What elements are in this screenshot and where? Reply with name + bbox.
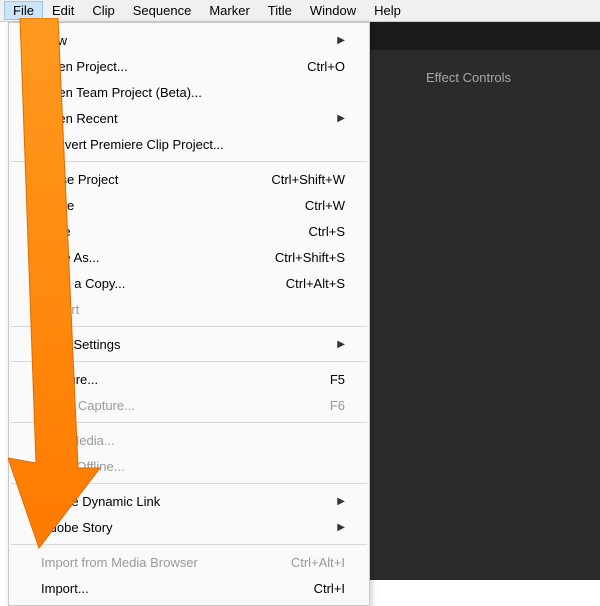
menu-item-shortcut: Ctrl+I: [314, 581, 345, 596]
menubar: File Edit Clip Sequence Marker Title Win…: [0, 0, 600, 22]
menubar-item-marker[interactable]: Marker: [200, 1, 258, 20]
menu-item-link-media: Link Media...: [9, 427, 369, 453]
menu-separator: [11, 361, 367, 362]
menu-item-label: Adobe Dynamic Link: [41, 494, 160, 509]
menu-separator: [11, 483, 367, 484]
menu-item-new[interactable]: New ▶: [9, 27, 369, 53]
menu-item-shortcut: Ctrl+Alt+S: [286, 276, 345, 291]
menu-item-label: Close Project: [41, 172, 118, 187]
menu-item-batch-capture: Batch Capture... F6: [9, 392, 369, 418]
menu-item-close[interactable]: Close Ctrl+W: [9, 192, 369, 218]
menu-item-label: Capture...: [41, 372, 98, 387]
menu-item-shortcut: Ctrl+Alt+I: [291, 555, 345, 570]
menu-item-label: Link Media...: [41, 433, 115, 448]
menu-item-label: Convert Premiere Clip Project...: [41, 137, 224, 152]
chevron-right-icon: ▶: [337, 113, 345, 124]
menu-item-shortcut: Ctrl+O: [307, 59, 345, 74]
menu-separator: [11, 422, 367, 423]
menu-item-open-recent[interactable]: Open Recent ▶: [9, 105, 369, 131]
menu-item-shortcut: Ctrl+S: [309, 224, 345, 239]
menu-item-label: Open Project...: [41, 59, 128, 74]
menubar-item-help[interactable]: Help: [365, 1, 410, 20]
menu-item-label: Close: [41, 198, 74, 213]
menu-item-label: Sync Settings: [41, 337, 121, 352]
menubar-item-title[interactable]: Title: [259, 1, 301, 20]
menu-item-label: Save As...: [41, 250, 100, 265]
menu-item-save-as[interactable]: Save As... Ctrl+Shift+S: [9, 244, 369, 270]
menu-item-shortcut: Ctrl+W: [305, 198, 345, 213]
menu-item-shortcut: F6: [330, 398, 345, 413]
menu-item-label: Make Offline...: [41, 459, 125, 474]
menu-item-adobe-dynamic-link[interactable]: Adobe Dynamic Link ▶: [9, 488, 369, 514]
menubar-item-window[interactable]: Window: [301, 1, 365, 20]
menu-item-import[interactable]: Import... Ctrl+I: [9, 575, 369, 601]
menu-item-shortcut: F5: [330, 372, 345, 387]
menu-item-make-offline: Make Offline...: [9, 453, 369, 479]
file-dropdown-menu: New ▶ Open Project... Ctrl+O Open Team P…: [8, 22, 370, 606]
menubar-item-clip[interactable]: Clip: [83, 1, 123, 20]
menu-item-label: New: [41, 33, 67, 48]
menu-item-close-project[interactable]: Close Project Ctrl+Shift+W: [9, 166, 369, 192]
menu-item-label: Import...: [41, 581, 89, 596]
chevron-right-icon: ▶: [337, 496, 345, 507]
menu-item-shortcut: Ctrl+Shift+S: [275, 250, 345, 265]
menubar-item-sequence[interactable]: Sequence: [124, 1, 201, 20]
menu-item-import-media-browser: Import from Media Browser Ctrl+Alt+I: [9, 549, 369, 575]
menu-item-save-copy[interactable]: Save a Copy... Ctrl+Alt+S: [9, 270, 369, 296]
chevron-right-icon: ▶: [337, 522, 345, 533]
menu-item-capture[interactable]: Capture... F5: [9, 366, 369, 392]
menu-item-label: Save: [41, 224, 71, 239]
menu-item-sync-settings[interactable]: Sync Settings ▶: [9, 331, 369, 357]
menu-item-label: Revert: [41, 302, 79, 317]
menu-item-label: Open Recent: [41, 111, 118, 126]
menubar-item-edit[interactable]: Edit: [43, 1, 83, 20]
menu-item-open-project[interactable]: Open Project... Ctrl+O: [9, 53, 369, 79]
menu-item-shortcut: Ctrl+Shift+W: [271, 172, 345, 187]
menu-separator: [11, 161, 367, 162]
menu-separator: [11, 326, 367, 327]
menu-item-label: Save a Copy...: [41, 276, 125, 291]
menu-item-label: Adobe Story: [41, 520, 113, 535]
menu-item-convert-premiere-clip[interactable]: Convert Premiere Clip Project...: [9, 131, 369, 157]
menu-item-label: Import from Media Browser: [41, 555, 198, 570]
menu-item-open-team-project[interactable]: Open Team Project (Beta)...: [9, 79, 369, 105]
menu-item-adobe-story[interactable]: Adobe Story ▶: [9, 514, 369, 540]
menu-item-label: Batch Capture...: [41, 398, 135, 413]
chevron-right-icon: ▶: [337, 35, 345, 46]
menu-item-label: Open Team Project (Beta)...: [41, 85, 202, 100]
menu-item-revert: Revert: [9, 296, 369, 322]
chevron-right-icon: ▶: [337, 339, 345, 350]
menu-separator: [11, 544, 367, 545]
menubar-item-file[interactable]: File: [4, 1, 43, 20]
effect-controls-panel: Effect Controls: [370, 22, 600, 580]
panel-label: Effect Controls: [426, 70, 511, 85]
menu-item-save[interactable]: Save Ctrl+S: [9, 218, 369, 244]
